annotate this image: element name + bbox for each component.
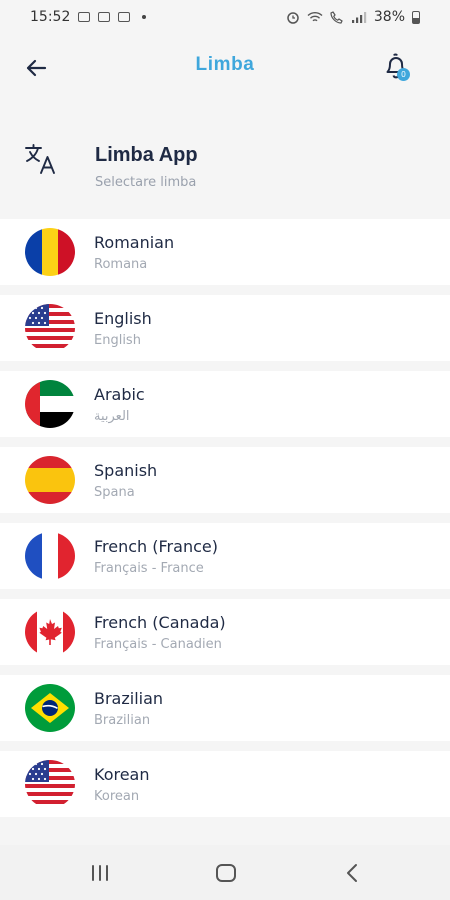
france-flag-icon [25, 532, 75, 580]
language-item-english[interactable]: English English [0, 295, 450, 361]
language-list: Romanian Romana English English Arabic ا… [0, 219, 450, 827]
language-name: English [94, 309, 152, 328]
language-native-name: Français - Canadien [94, 637, 222, 652]
language-item-brazilian[interactable]: Brazilian Brazilian [0, 675, 450, 741]
signal-strength-icon [351, 11, 367, 23]
language-native-name: Brazilian [94, 713, 151, 728]
notifications-button[interactable]: 0 [379, 48, 419, 88]
wifi-icon [307, 11, 323, 21]
language-name: Arabic [94, 385, 145, 404]
language-name: Romanian [94, 233, 175, 252]
mail-notification-icon [98, 12, 111, 22]
canada-flag-icon [25, 608, 75, 656]
app-header: Limba 0 [0, 34, 450, 100]
language-native-name: Français - France [94, 561, 204, 576]
section-subtitle: Selectare limba [95, 175, 197, 190]
battery-icon [412, 10, 420, 24]
more-notifications-icon [142, 15, 147, 19]
home-button[interactable] [215, 863, 237, 883]
section-title: Limba App [95, 144, 198, 166]
system-back-button[interactable] [343, 863, 361, 883]
language-name: Korean [94, 765, 150, 784]
language-name: Brazilian [94, 689, 164, 708]
language-item-french-canada[interactable]: French (Canada) Français - Canadien [0, 599, 450, 665]
gallery-notification-icon [78, 12, 91, 22]
language-native-name: العربية [94, 409, 130, 424]
uae-flag-icon [25, 380, 75, 428]
language-name: French (France) [94, 537, 218, 556]
language-item-korean[interactable]: Korean Korean [0, 751, 450, 817]
language-native-name: Spana [94, 485, 135, 500]
usa-flag-icon [25, 760, 75, 808]
usa-flag-icon [25, 304, 75, 352]
language-item-spanish[interactable]: Spanish Spana [0, 447, 450, 513]
spain-flag-icon [25, 456, 75, 504]
language-native-name: Korean [94, 789, 140, 804]
language-native-name: Romana [94, 257, 148, 272]
recent-apps-button[interactable] [89, 864, 111, 882]
language-name: French (Canada) [94, 613, 226, 632]
alarm-icon [287, 12, 299, 24]
brazil-flag-icon [25, 684, 75, 732]
system-navigation-bar [0, 845, 450, 900]
section-header: Limba App Selectare limba [0, 130, 450, 210]
language-item-romanian[interactable]: Romanian Romana [0, 219, 450, 285]
language-native-name: English [94, 333, 141, 348]
language-name: Spanish [94, 461, 158, 480]
translate-icon [25, 144, 55, 174]
status-bar: 15:52 38% [0, 0, 450, 34]
romania-flag-icon [25, 228, 75, 276]
language-item-french-france[interactable]: French (France) Français - France [0, 523, 450, 589]
language-item-arabic[interactable]: Arabic العربية [0, 371, 450, 437]
message-notification-icon [118, 12, 131, 22]
notification-badge: 0 [397, 68, 410, 81]
battery-percent: 38% [373, 9, 405, 25]
call-signal-icon [330, 11, 343, 24]
status-time: 15:52 [30, 9, 71, 25]
